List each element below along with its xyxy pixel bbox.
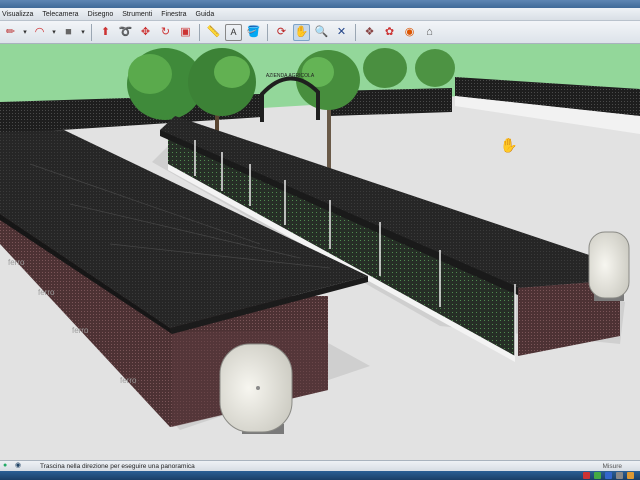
zoom-icon[interactable]: 🔍 bbox=[313, 24, 330, 41]
3d-viewport[interactable]: AZIENDA AGRICOLA ✋ ferro ferro ferro fer… bbox=[0, 44, 640, 460]
main-toolbar: ✏ ▾ ◠ ▾ ■ ▾ ⬆ ➰ ✥ ↻ ▣ 📏 A 🪣 ⟳ ✋ 🔍 ✕ ❖ ✿ … bbox=[0, 21, 640, 44]
push-pull-icon[interactable]: ⬆ bbox=[97, 24, 114, 41]
toolbar-separator bbox=[267, 23, 268, 41]
watermark-text: ferro bbox=[8, 258, 25, 267]
follow-me-icon[interactable]: ➰ bbox=[117, 24, 134, 41]
menu-strumenti[interactable]: Strumenti bbox=[122, 11, 152, 18]
tape-measure-icon[interactable]: 📏 bbox=[205, 24, 222, 41]
gate-sign-text: AZIENDA AGRICOLA bbox=[266, 73, 315, 79]
window-title-bar bbox=[0, 0, 640, 8]
menu-disegno[interactable]: Disegno bbox=[88, 11, 114, 18]
pencil-dropdown-icon[interactable]: ▾ bbox=[22, 28, 28, 36]
arc-dropdown-icon[interactable]: ▾ bbox=[51, 28, 57, 36]
components-icon[interactable]: ❖ bbox=[361, 24, 378, 41]
geo-location-icon: ◉ bbox=[15, 462, 22, 469]
text-icon[interactable]: A bbox=[225, 23, 242, 41]
pencil-icon[interactable]: ✏ bbox=[2, 24, 19, 41]
menu-guida[interactable]: Guida bbox=[196, 11, 215, 18]
menu-bar: Visualizza Telecamera Disegno Strumenti … bbox=[0, 8, 640, 21]
system-tray bbox=[583, 472, 634, 479]
windows-taskbar bbox=[0, 471, 640, 480]
watermark-text: ferro bbox=[72, 326, 89, 335]
menu-visualizza[interactable]: Visualizza bbox=[2, 11, 33, 18]
measurements-label: Misure bbox=[602, 462, 622, 470]
rectangle-dropdown-icon[interactable]: ▾ bbox=[80, 28, 86, 36]
tray-app-icon[interactable] bbox=[605, 472, 612, 479]
move-icon[interactable]: ✥ bbox=[137, 24, 154, 41]
paint-bucket-icon[interactable]: 🪣 bbox=[245, 24, 262, 41]
info-icon: ● bbox=[3, 462, 8, 469]
tray-app-icon[interactable] bbox=[616, 472, 623, 479]
water-tank-right bbox=[588, 231, 630, 301]
tray-app-icon[interactable] bbox=[583, 472, 590, 479]
toolbar-separator bbox=[199, 23, 200, 41]
orbit-icon[interactable]: ⟳ bbox=[273, 24, 290, 41]
menu-finestra[interactable]: Finestra bbox=[161, 11, 186, 18]
status-bar: ● ◉ Trascina nella direzione per eseguir… bbox=[0, 460, 640, 471]
scale-icon[interactable]: ▣ bbox=[177, 24, 194, 41]
materials-icon[interactable]: ✿ bbox=[381, 24, 398, 41]
pan-icon[interactable]: ✋ bbox=[293, 23, 310, 41]
zoom-extents-icon[interactable]: ✕ bbox=[333, 24, 350, 41]
water-tank-left bbox=[219, 343, 293, 434]
status-hint: Trascina nella direzione per eseguire un… bbox=[40, 462, 195, 470]
rotate-icon[interactable]: ↻ bbox=[157, 24, 174, 41]
menu-telecamera[interactable]: Telecamera bbox=[42, 11, 78, 18]
pan-cursor-icon: ✋ bbox=[500, 137, 517, 153]
arc-icon[interactable]: ◠ bbox=[31, 24, 48, 41]
watermark-text: ferro bbox=[38, 288, 55, 297]
watermark-text: ferro bbox=[120, 376, 137, 385]
sketchup-window: Visualizza Telecamera Disegno Strumenti … bbox=[0, 0, 640, 480]
warehouse-icon[interactable]: ⌂ bbox=[421, 24, 438, 41]
rectangle-icon[interactable]: ■ bbox=[60, 24, 77, 41]
toolbar-separator bbox=[91, 23, 92, 41]
tray-app-icon[interactable] bbox=[627, 472, 634, 479]
model-scene: AZIENDA AGRICOLA ✋ bbox=[0, 44, 640, 460]
styles-icon[interactable]: ◉ bbox=[401, 24, 418, 41]
toolbar-separator bbox=[355, 23, 356, 41]
tray-app-icon[interactable] bbox=[594, 472, 601, 479]
